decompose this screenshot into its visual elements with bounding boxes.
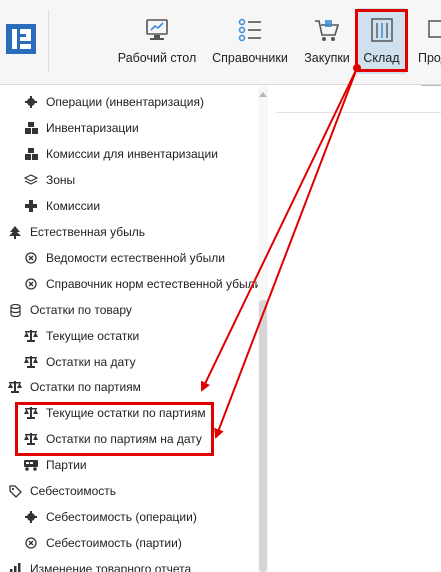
chart-icon (8, 562, 22, 572)
directories-button[interactable]: Справочники (209, 8, 291, 74)
tree-item-label: Остатки по товару (30, 303, 132, 317)
tree-item-natural-loss-statements[interactable]: Ведомости естественной убыли (0, 245, 258, 271)
tree-item-goods-report-change[interactable]: Изменение товарного отчета (0, 556, 258, 572)
scales-icon (8, 380, 22, 394)
tree-item-current-stock-by-batches[interactable]: Текущие остатки по партиям (0, 400, 258, 426)
tree-icon (8, 225, 22, 239)
sales-button[interactable]: Прод (416, 8, 441, 74)
tree-item-label: Комиссии (46, 199, 101, 213)
top-toolbar: Рабочий стол Справочники Закупки Склад П… (0, 0, 441, 85)
tree-item-natural-loss[interactable]: Естественная убыль (0, 219, 258, 245)
circle-x-icon (24, 251, 38, 265)
tree-item-label: Справочник норм естественной убыли (46, 277, 262, 291)
tree-item-current-stock[interactable]: Текущие остатки (0, 323, 258, 349)
tree-item-label: Остатки на дату (46, 355, 136, 369)
gear-icon (24, 510, 38, 524)
tree-item-label: Зоны (46, 173, 76, 187)
layers-icon (24, 173, 38, 187)
tab-edge (421, 85, 441, 86)
toolbar-divider (48, 10, 49, 72)
scroll-thumb[interactable] (259, 300, 267, 572)
warehouse-button[interactable]: Склад (357, 8, 406, 74)
scales-icon (24, 432, 38, 446)
navigation-tree: Операции (инвентаризация) Инвентаризации… (0, 86, 270, 572)
tag-icon (8, 484, 22, 498)
warehouse-icon (370, 18, 393, 42)
database-icon (8, 303, 22, 317)
tree-item-label: Текущие остатки (46, 329, 140, 343)
tree-item-stock-on-date[interactable]: Остатки на дату (0, 349, 258, 375)
tree-item-label: Комиссии для инвентаризации (46, 147, 218, 161)
scroll-up-icon[interactable] (259, 92, 267, 97)
scales-icon (24, 329, 38, 343)
sales-icon (428, 20, 441, 38)
tree-item-cost-batches[interactable]: Себестоимость (партии) (0, 530, 258, 556)
tree-item-label: Текущие остатки по партиям (46, 406, 206, 420)
tree-item-label: Себестоимость (операции) (46, 510, 197, 524)
cart-icon (315, 20, 340, 41)
desktop-button-label: Рабочий стол (117, 51, 197, 65)
tree-item-label: Остатки по партиям на дату (46, 432, 202, 446)
cross-icon (24, 199, 38, 213)
tree-item-cost[interactable]: Себестоимость (0, 478, 258, 504)
truck-icon (24, 458, 38, 472)
app-logo-icon (6, 24, 36, 54)
tree-item-label: Операции (инвентаризация) (46, 95, 204, 109)
circle-x-icon (24, 536, 38, 550)
circle-x-icon (24, 277, 38, 291)
tree-item-commissions[interactable]: Комиссии (0, 193, 258, 219)
tree-item-inventory-operations[interactable]: Операции (инвентаризация) (0, 89, 258, 115)
tree-item-label: Себестоимость (партии) (46, 536, 182, 550)
desktop-icon (146, 19, 168, 40)
tree-item-inventory-commissions[interactable]: Комиссии для инвентаризации (0, 141, 258, 167)
list-icon (238, 18, 261, 42)
tree-item-stock-by-batches[interactable]: Остатки по партиям (0, 374, 258, 400)
purchases-button[interactable]: Закупки (299, 8, 355, 74)
tree-item-batches[interactable]: Партии (0, 452, 258, 478)
content-divider (276, 112, 441, 113)
tree-item-label: Партии (46, 458, 87, 472)
tree-item-label: Себестоимость (30, 484, 117, 498)
sales-button-label: Прод (418, 51, 441, 65)
gear-icon (24, 95, 38, 109)
tree-item-inventories[interactable]: Инвентаризации (0, 115, 258, 141)
scales-icon (24, 406, 38, 420)
scales-icon (24, 355, 38, 369)
directories-button-label: Справочники (212, 51, 288, 65)
tree-item-label: Инвентаризации (46, 121, 139, 135)
tree-item-batch-stock-on-date[interactable]: Остатки по партиям на дату (0, 426, 258, 452)
boxes-icon (24, 147, 38, 161)
tree-item-zones[interactable]: Зоны (0, 167, 258, 193)
tree-item-label: Естественная убыль (30, 225, 145, 239)
purchases-button-label: Закупки (304, 51, 350, 65)
warehouse-button-label: Склад (363, 51, 400, 65)
tree-item-label: Изменение товарного отчета (30, 562, 192, 572)
tree-item-stock-by-product[interactable]: Остатки по товару (0, 297, 258, 323)
desktop-button[interactable]: Рабочий стол (115, 8, 199, 74)
boxes-icon (24, 121, 38, 135)
tree-item-cost-operations[interactable]: Себестоимость (операции) (0, 504, 258, 530)
tree-item-label: Ведомости естественной убыли (46, 251, 225, 265)
tree-item-natural-loss-norms[interactable]: Справочник норм естественной убыли (0, 271, 262, 297)
tree-item-label: Остатки по партиям (30, 380, 141, 394)
